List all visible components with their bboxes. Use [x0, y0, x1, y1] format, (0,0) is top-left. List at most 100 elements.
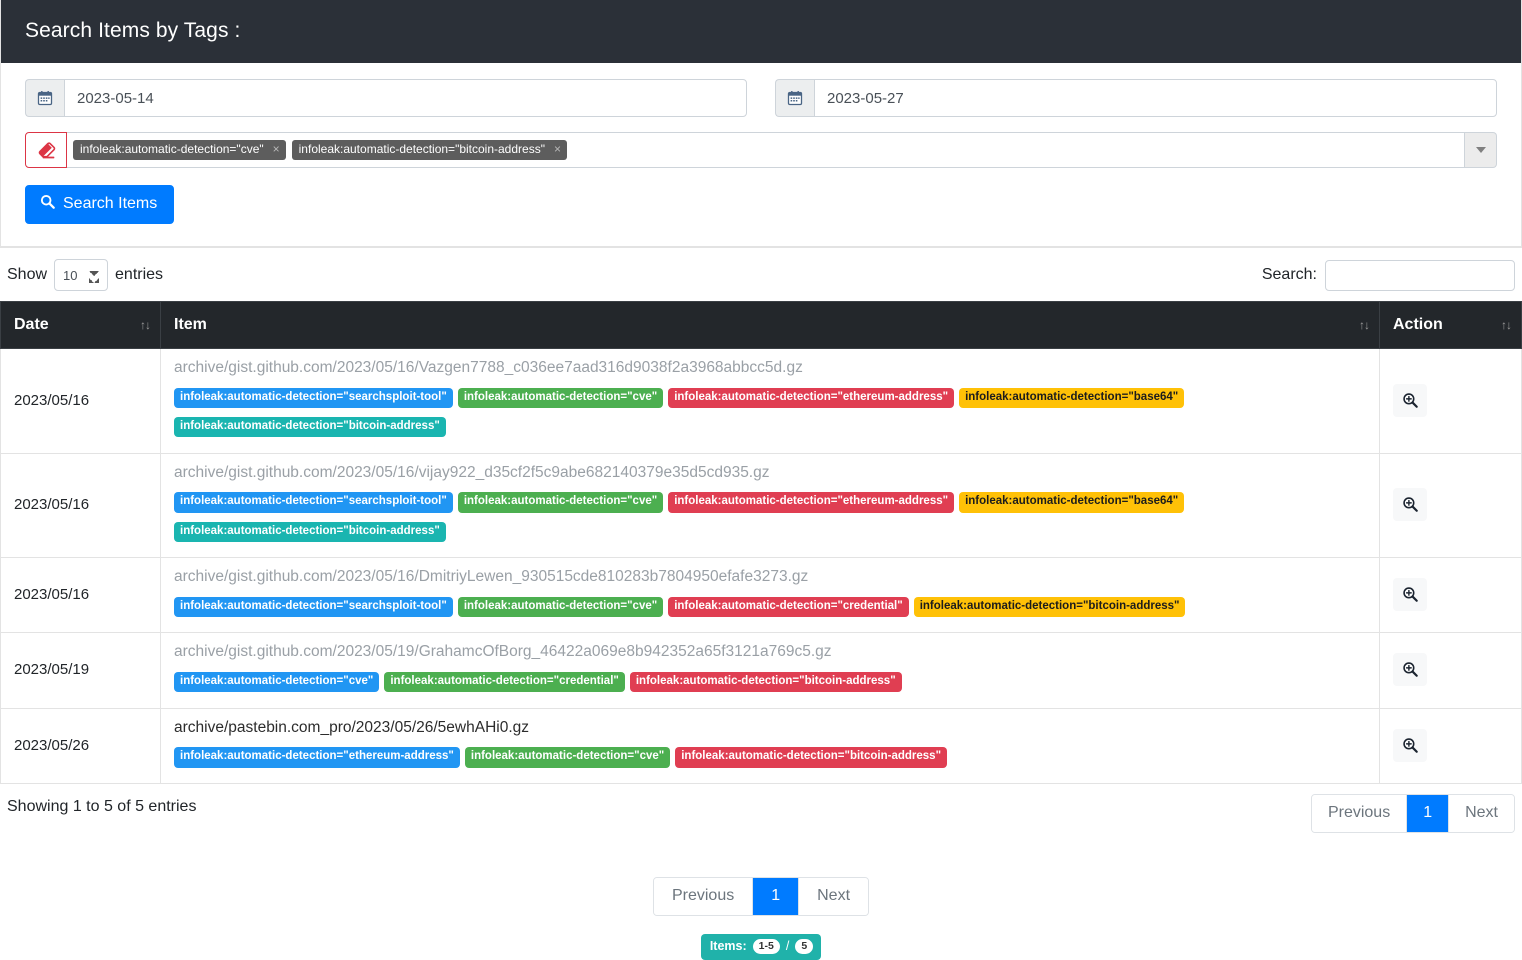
tag-chip[interactable]: infoleak:automatic-detection="bitcoin-ad… — [292, 140, 567, 160]
item-path[interactable]: archive/gist.github.com/2023/05/16/Vazge… — [174, 359, 1367, 377]
search-plus-icon[interactable] — [1393, 729, 1427, 762]
search-plus-icon[interactable] — [1393, 384, 1427, 417]
close-icon[interactable]: × — [554, 143, 561, 156]
sort-icon[interactable]: ↑↓ — [140, 318, 150, 332]
tag-label[interactable]: infoleak:automatic-detection="credential… — [384, 672, 625, 692]
pagination-previous[interactable]: Previous — [1312, 795, 1407, 832]
sort-icon[interactable]: ↑↓ — [1359, 318, 1369, 332]
table-row: 2023/05/16archive/gist.github.com/2023/0… — [1, 558, 1522, 633]
pagination-page-1[interactable]: 1 — [1407, 795, 1449, 832]
tag-label[interactable]: infoleak:automatic-detection="base64" — [959, 492, 1184, 512]
column-header-date[interactable]: Date ↑↓ — [1, 302, 161, 349]
tag-list: infoleak:automatic-detection="searchsplo… — [174, 488, 1367, 547]
cell-item: archive/pastebin.com_pro/2023/05/26/5ewh… — [161, 708, 1380, 783]
search-plus-icon[interactable] — [1393, 488, 1427, 521]
cell-action — [1380, 453, 1522, 558]
items-badge-range: 1-5 — [753, 939, 780, 954]
search-items-label: Search Items — [63, 195, 157, 213]
bottom-pagination-next[interactable]: Next — [799, 878, 868, 915]
calendar-icon — [775, 79, 814, 117]
cell-action — [1380, 558, 1522, 633]
calendar-icon — [25, 79, 64, 117]
eraser-icon[interactable] — [25, 132, 67, 168]
datatable-controls: Show 10 25 50 100 entries Search: — [0, 248, 1522, 301]
tag-label[interactable]: infoleak:automatic-detection="base64" — [959, 388, 1184, 408]
tag-label[interactable]: infoleak:automatic-detection="ethereum-a… — [668, 388, 954, 408]
tag-list: infoleak:automatic-detection="searchsplo… — [174, 592, 1367, 621]
table-row: 2023/05/16 archive/gist.github.com/2023/0… — [1, 453, 1522, 558]
page-length-select[interactable]: 10 25 50 100 — [54, 259, 108, 291]
item-path[interactable]: archive/gist.github.com/2023/05/19/Graha… — [174, 643, 1367, 661]
table-header-row: Date ↑↓ Item ↑↓ Action ↑↓ — [1, 302, 1522, 349]
tag-label[interactable]: infoleak:automatic-detection="ethereum-a… — [668, 492, 954, 512]
date-to-group — [775, 79, 1497, 117]
tag-label[interactable]: infoleak:automatic-detection="bitcoin-ad… — [675, 747, 947, 767]
tag-label[interactable]: infoleak:automatic-detection="cve" — [174, 672, 379, 692]
tag-label[interactable]: infoleak:automatic-detection="bitcoin-ad… — [630, 672, 902, 692]
item-path[interactable]: archive/gist.github.com/2023/05/16/Dmitr… — [174, 568, 1367, 586]
cell-action — [1380, 708, 1522, 783]
column-header-action[interactable]: Action ↑↓ — [1380, 302, 1522, 349]
tag-label[interactable]: infoleak:automatic-detection="credential… — [668, 597, 909, 617]
cell-date: 2023/05/19 — [1, 633, 161, 708]
table-row: 2023/05/19 archive/gist.github.com/2023/0… — [1, 633, 1522, 708]
bottom-pagination-previous[interactable]: Previous — [654, 878, 753, 915]
tag-label[interactable]: infoleak:automatic-detection="searchsplo… — [174, 492, 453, 512]
tag-chip-label: infoleak:automatic-detection="cve" — [80, 143, 264, 156]
tag-label[interactable]: infoleak:automatic-detection="bitcoin-ad… — [914, 597, 1186, 617]
tag-chip[interactable]: infoleak:automatic-detection="cve" × — [73, 140, 286, 160]
cell-date: 2023/05/16 — [1, 453, 161, 558]
chevron-down-icon[interactable] — [1465, 132, 1497, 168]
search-panel: Search Items by Tags : — [0, 0, 1522, 248]
search-icon — [40, 194, 55, 214]
cell-date: 2023/05/16 — [1, 349, 161, 454]
table-row: 2023/05/16 archive/gist.github.com/2023/0… — [1, 349, 1522, 454]
pagination-next[interactable]: Next — [1449, 795, 1514, 832]
tag-label[interactable]: infoleak:automatic-detection="cve" — [458, 388, 663, 408]
date-range-row — [25, 79, 1497, 117]
status-badge: Items: 1-5 / 5 — [701, 934, 821, 960]
column-header-item[interactable]: Item ↑↓ — [161, 302, 1380, 349]
tag-label[interactable]: infoleak:automatic-detection="cve" — [458, 597, 663, 617]
tag-label[interactable]: infoleak:automatic-detection="searchsplo… — [174, 597, 453, 617]
show-label: Show — [7, 266, 47, 284]
tag-label[interactable]: infoleak:automatic-detection="ethereum-a… — [174, 747, 460, 767]
datatable-footer: Showing 1 to 5 of 5 entries Previous 1 N… — [0, 784, 1522, 833]
search-plus-icon[interactable] — [1393, 653, 1427, 686]
search-items-button[interactable]: Search Items — [25, 185, 174, 224]
cell-item: archive/gist.github.com/2023/05/16/vijay… — [161, 453, 1380, 558]
item-path[interactable]: archive/pastebin.com_pro/2023/05/26/5ewh… — [174, 719, 1367, 737]
cell-action — [1380, 349, 1522, 454]
date-to-input[interactable] — [814, 79, 1497, 117]
cell-action — [1380, 633, 1522, 708]
bottom-pager-container: Previous 1 Next — [0, 881, 1522, 916]
tag-list: infoleak:automatic-detection="cve"infole… — [174, 667, 1367, 696]
bottom-pagination: Previous 1 Next — [653, 877, 869, 916]
tag-label[interactable]: infoleak:automatic-detection="cve" — [465, 747, 670, 767]
column-label-item: Item — [174, 316, 207, 333]
page-title: Search Items by Tags : — [25, 19, 240, 43]
filter-form: infoleak:automatic-detection="cve" × inf… — [1, 63, 1521, 247]
entries-length-control: Show 10 25 50 100 entries — [7, 259, 163, 291]
tag-label[interactable]: infoleak:automatic-detection="bitcoin-ad… — [174, 417, 446, 437]
bottom-pagination-page-1[interactable]: 1 — [753, 878, 799, 915]
table-search-input[interactable] — [1325, 260, 1515, 291]
tag-label[interactable]: infoleak:automatic-detection="searchsplo… — [174, 388, 453, 408]
item-path[interactable]: archive/gist.github.com/2023/05/16/vijay… — [174, 464, 1367, 482]
date-from-input[interactable] — [64, 79, 747, 117]
tag-label[interactable]: infoleak:automatic-detection="cve" — [458, 492, 663, 512]
tag-label[interactable]: infoleak:automatic-detection="bitcoin-ad… — [174, 522, 446, 542]
sort-icon[interactable]: ↑↓ — [1501, 318, 1511, 332]
cell-date: 2023/05/26 — [1, 708, 161, 783]
selected-tags-field[interactable]: infoleak:automatic-detection="cve" × inf… — [67, 132, 1465, 168]
close-icon[interactable]: × — [273, 143, 280, 156]
column-label-date: Date — [14, 316, 49, 333]
table-row: 2023/05/26 archive/pastebin.com_pro/2023/… — [1, 708, 1522, 783]
cell-item: archive/gist.github.com/2023/05/16/Dmitr… — [161, 558, 1380, 633]
items-badge-slash: / — [786, 939, 789, 953]
cell-item: archive/gist.github.com/2023/05/16/Vazge… — [161, 349, 1380, 454]
cell-item: archive/gist.github.com/2023/05/19/Graha… — [161, 633, 1380, 708]
tag-chip-label: infoleak:automatic-detection="bitcoin-ad… — [299, 143, 545, 156]
search-plus-icon[interactable] — [1393, 578, 1427, 611]
items-badge-total: 5 — [795, 939, 813, 954]
